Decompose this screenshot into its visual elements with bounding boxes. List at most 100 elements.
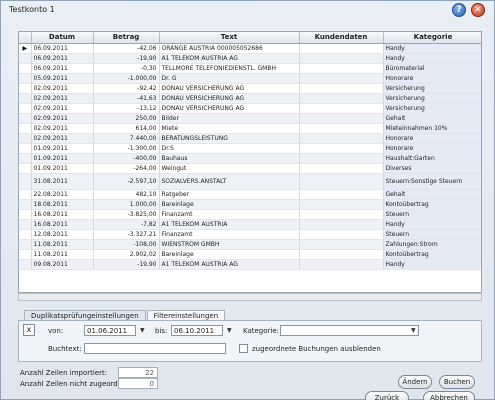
- row-selector[interactable]: [19, 153, 32, 164]
- table-row[interactable]: 02.09.2011 250,00 Bilder Gehalt: [19, 113, 481, 124]
- cell-datum: 12.08.2011: [31, 229, 94, 240]
- table-row[interactable]: 02.09.2011 -41,63 DONAU VERSICHERUNG AG Ver…: [19, 93, 481, 104]
- cell-kategorie: Steuern: [383, 209, 481, 220]
- dialog-window: Testkonto 1 ? ✕ Datum Betrag Text Kunden…: [0, 0, 495, 400]
- table-row[interactable]: 02.09.2011 -92,42 DONAU VERSICHERUNG AG Ver…: [19, 83, 481, 94]
- row-selector[interactable]: [19, 83, 32, 94]
- cell-kategorie: Handy: [383, 219, 481, 230]
- table-row[interactable]: 09.08.2011 -19,90 A1 TELEKOM AUSTRIA AG Han…: [19, 259, 481, 270]
- table-row[interactable]: 06.09.2011 -0,30 TELLMORE TELEFONIEDIENSTL…: [19, 63, 481, 74]
- cell-kundendaten: [299, 143, 384, 154]
- table-row[interactable]: 16.08.2011 -7,82 A1 TELEKOM AUSTRIA Handy: [19, 219, 481, 230]
- von-date-field[interactable]: 01.06.2011: [84, 325, 136, 336]
- cell-betrag: -7,82: [93, 219, 160, 230]
- table-row[interactable]: 12.08.2011 -3.327,21 Finanzamt Steuern: [19, 229, 481, 240]
- clear-filter-button[interactable]: x: [23, 324, 35, 336]
- cell-kundendaten: [299, 93, 384, 104]
- cell-datum: 18.08.2011: [31, 199, 94, 210]
- table-row[interactable]: 02.09.2011 -13,12 DONAU VERSICHERUNG AG Ver…: [19, 103, 481, 114]
- row-selector[interactable]: [19, 219, 32, 230]
- table-row[interactable]: 06.09.2011 -19,90 A1 TELEKOM AUSTRIA AG Han…: [19, 53, 481, 64]
- table-row[interactable]: 16.08.2011 -3.825,00 Finanzamt Steuern: [19, 209, 481, 220]
- table-row[interactable]: 02.09.2011 614,00 Miete Mieteinnahmen 10%: [19, 123, 481, 134]
- row-selector[interactable]: [19, 229, 32, 240]
- row-selector[interactable]: [19, 173, 32, 190]
- row-selector[interactable]: [19, 123, 32, 134]
- cell-kategorie: Gehalt: [383, 113, 481, 124]
- table-row[interactable]: 31.08.2011 -2.597,10 SOZIALVERS.ANSTALT Ste…: [19, 173, 481, 190]
- row-selector[interactable]: [19, 163, 32, 174]
- column-header-kundendaten[interactable]: Kundendaten: [299, 32, 384, 44]
- current-row-indicator[interactable]: ▶: [19, 43, 32, 54]
- cell-kategorie: Versicherung: [383, 83, 481, 94]
- cell-text: WIENSTROM GMBH: [159, 239, 300, 250]
- help-icon[interactable]: ?: [452, 3, 466, 17]
- von-label: von:: [48, 327, 64, 335]
- cell-kategorie: Zahlungen:Strom: [383, 239, 481, 250]
- column-header-betrag[interactable]: Betrag: [93, 32, 160, 44]
- row-selector[interactable]: [19, 143, 32, 154]
- kategorie-label: Kategorie:: [243, 327, 280, 335]
- imported-count-value: 22: [118, 367, 158, 378]
- aendern-button[interactable]: Ändern: [398, 375, 432, 389]
- cell-kundendaten: [299, 63, 384, 74]
- row-selector[interactable]: [19, 73, 32, 84]
- table-row[interactable]: 11.08.2011 2.902,02 Bareinlage Kontoübertra…: [19, 249, 481, 260]
- bis-dropdown-icon[interactable]: ▼: [227, 327, 232, 334]
- row-selector[interactable]: [19, 113, 32, 124]
- row-selector[interactable]: [19, 259, 32, 270]
- table-row[interactable]: 22.08.2011 482,10 Ratgeber Gehalt: [19, 189, 481, 200]
- cell-text: Ratgeber: [159, 189, 300, 200]
- table-row[interactable]: 11.08.2011 -108,00 WIENSTROM GMBH Zahlungen…: [19, 239, 481, 250]
- table-row[interactable]: 01.09.2011 -400,00 Bauhaus Haushalt:Garten: [19, 153, 481, 164]
- table-row[interactable]: ▶ 06.09.2011 -42,06 ORANGE AUSTRIA 00000505…: [19, 43, 481, 54]
- cell-betrag: -1.300,00: [93, 143, 160, 154]
- cell-kundendaten: [299, 229, 384, 240]
- row-selector[interactable]: [19, 249, 32, 260]
- cell-text: A1 TELEKOM AUSTRIA: [159, 219, 300, 230]
- table-row[interactable]: 05.09.2011 -1.000,00 Dr. G Honorare: [19, 73, 481, 84]
- table-row[interactable]: 02.09.2011 7.440,00 BERATUNGSLEISTUNG Honor…: [19, 133, 481, 144]
- row-selector[interactable]: [19, 93, 32, 104]
- row-selector[interactable]: [19, 53, 32, 64]
- row-selector[interactable]: [19, 133, 32, 144]
- column-header-kategorie[interactable]: Kategorie: [383, 32, 481, 44]
- cell-betrag: 482,10: [93, 189, 160, 200]
- table-row[interactable]: 01.09.2011 -264,00 Weingut Diverses: [19, 163, 481, 174]
- horizontal-scrollbar[interactable]: [18, 293, 482, 301]
- cell-text: DONAU VERSICHERUNG AG: [159, 103, 300, 114]
- kategorie-select[interactable]: [280, 325, 419, 336]
- cell-kundendaten: [299, 163, 384, 174]
- cell-datum: 02.09.2011: [31, 83, 94, 94]
- abbrechen-button[interactable]: Abbrechen: [423, 391, 475, 400]
- buchen-button[interactable]: Buchen: [439, 375, 475, 389]
- row-selector[interactable]: [19, 63, 32, 74]
- row-selector[interactable]: [19, 103, 32, 114]
- row-selector[interactable]: [19, 239, 32, 250]
- cell-betrag: -2.597,10: [93, 173, 160, 190]
- cell-kategorie: Handy: [383, 259, 481, 270]
- close-icon[interactable]: ✕: [471, 3, 485, 17]
- row-selector[interactable]: [19, 189, 32, 200]
- column-header-text[interactable]: Text: [159, 32, 300, 44]
- hide-assigned-label: zugeordnete Buchungen ausblenden: [252, 345, 381, 353]
- column-header-datum[interactable]: Datum: [31, 32, 94, 44]
- cell-kundendaten: [299, 73, 384, 84]
- zurueck-button[interactable]: Zurück: [365, 391, 409, 400]
- cell-kundendaten: [299, 83, 384, 94]
- bis-date-field[interactable]: 06.10.2011: [171, 325, 223, 336]
- hide-assigned-checkbox[interactable]: [239, 344, 248, 353]
- cell-kategorie: Steuern: [383, 229, 481, 240]
- title-bar: Testkonto 1 ? ✕: [1, 1, 494, 19]
- cell-datum: 22.08.2011: [31, 189, 94, 200]
- table-row[interactable]: 18.08.2011 1.000,00 Bareinlage Kontoübertra…: [19, 199, 481, 210]
- buchtext-input[interactable]: [84, 343, 226, 354]
- cell-betrag: 7.440,00: [93, 133, 160, 144]
- kategorie-dropdown-icon[interactable]: ▼: [411, 327, 416, 334]
- row-selector[interactable]: [19, 209, 32, 220]
- cell-kategorie: Kontoübertrag: [383, 199, 481, 210]
- von-dropdown-icon[interactable]: ▼: [140, 327, 145, 334]
- row-selector[interactable]: [19, 199, 32, 210]
- table-row[interactable]: 01.09.2011 -1.300,00 Dr.S Honorare: [19, 143, 481, 154]
- cell-kundendaten: [299, 103, 384, 114]
